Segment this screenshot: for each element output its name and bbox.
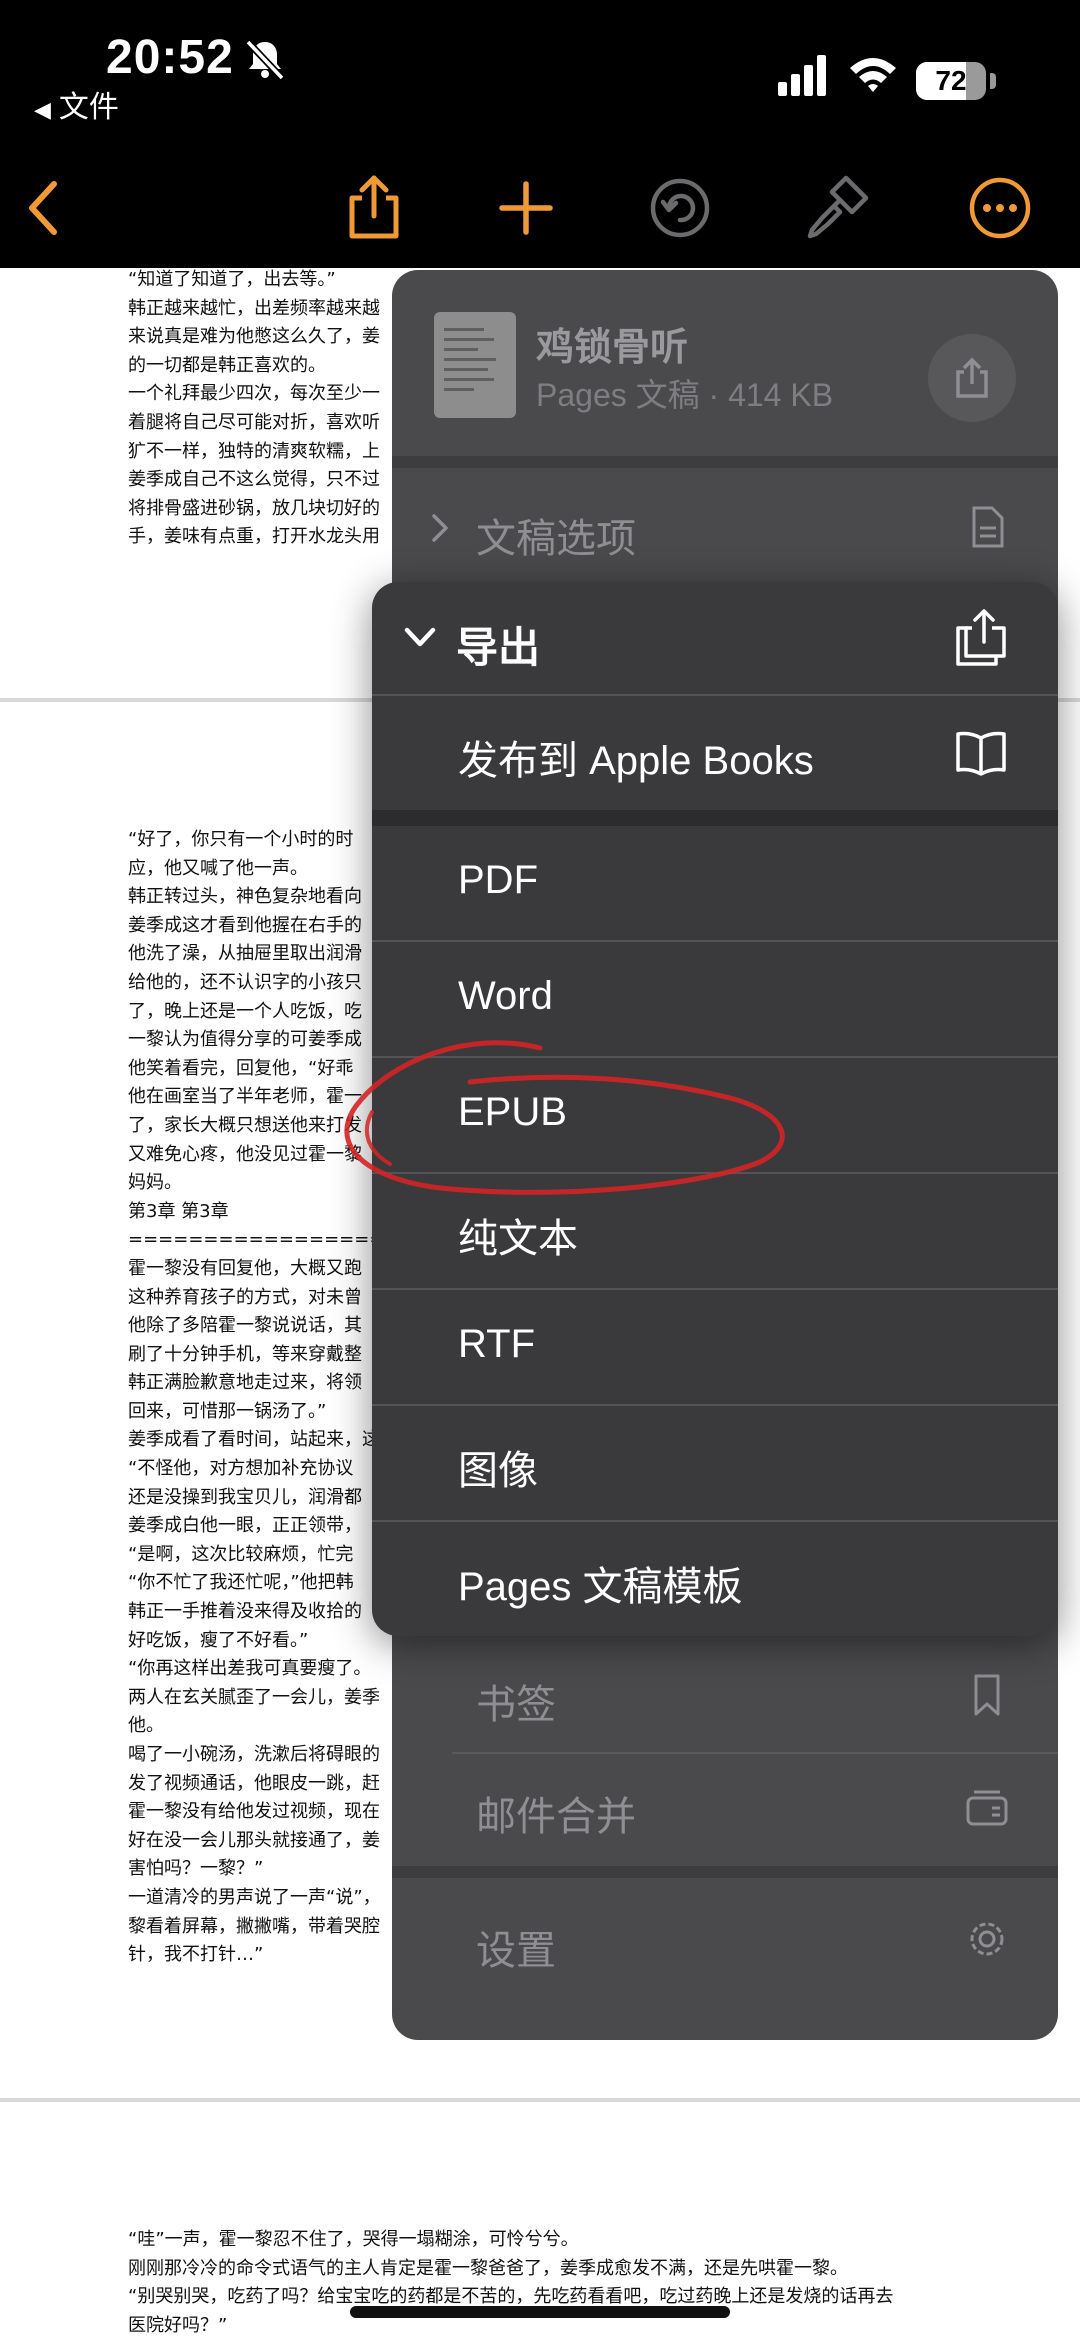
document-line: 刚刚那冷冷的命令式语气的主人肯定是霍一黎爸爸了，姜季成愈发不满，还是先哄霍一黎。 [128,2257,848,2279]
file-name: 鸡锁骨听 [536,327,689,369]
back-triangle-icon: ◀ [34,97,51,122]
export-option-label: 图像 [458,1449,538,1493]
mail-merge-icon [966,1790,1008,1826]
export-image-item[interactable]: 图像 [372,1406,1058,1520]
export-epub-item[interactable]: EPUB [372,1058,1058,1172]
bookmarks-label: 书签 [476,1683,556,1727]
back-chevron-icon[interactable] [8,172,80,244]
status-time: 20:52 [106,31,234,84]
document-line: “哇”一声，霍一黎忍不住了，哭得一塌糊涂，可怜兮兮。 [128,2229,579,2250]
file-header: 鸡锁骨听 Pages 文稿 · 414 KB [392,270,1058,456]
cellular-signal-icon [778,55,826,96]
mail-merge-item[interactable]: 邮件合并 [392,1754,1058,1866]
silent-bell-icon [245,39,285,81]
mail-merge-label: 邮件合并 [476,1795,636,1839]
bookmark-icon [974,1674,1000,1716]
export-plain-text-item[interactable]: 纯文本 [372,1174,1058,1288]
export-pdf-item[interactable]: PDF [372,826,1058,940]
export-share-icon [956,609,1006,666]
document-options-item[interactable]: 文稿选项 [392,468,1058,588]
export-pages-template-item[interactable]: Pages 文稿模板 [372,1522,1058,1636]
battery-indicator: 72 [916,62,986,100]
format-brush-icon[interactable] [800,172,872,244]
back-app-label: 文件 [58,91,119,124]
menu-separator [392,1866,1058,1878]
export-option-label: Word [458,974,553,1018]
export-title: 导出 [456,624,541,671]
document-icon [972,506,1004,548]
bookmarks-item[interactable]: 书签 [392,1640,1058,1752]
gear-icon [970,1922,1004,1956]
file-share-button[interactable] [928,334,1016,422]
menu-separator [392,456,1058,468]
export-option-label: Pages 文稿模板 [458,1565,743,1609]
export-option-label: RTF [458,1322,536,1366]
wifi-icon [850,58,896,92]
file-thumbnail [434,312,516,418]
chevron-right-icon [432,514,448,542]
export-option-label: PDF [458,858,538,902]
battery-level-text: 72 [935,65,967,96]
top-bar: 20:52 ◀ 文件 72 [0,0,1080,268]
chevron-down-icon [404,627,436,647]
publish-label: 发布到 Apple Books [458,739,814,783]
home-indicator[interactable] [350,2306,730,2318]
back-to-app-link[interactable]: ◀ 文件 [34,82,119,126]
export-menu: 导出 发布到 Apple Books PDF Word EPUB 纯文本 RTF… [372,582,1058,1636]
export-word-item[interactable]: Word [372,942,1058,1056]
settings-label: 设置 [476,1929,556,1973]
export-option-label: EPUB [458,1090,567,1134]
file-info: Pages 文稿 · 414 KB [536,377,834,413]
settings-item[interactable]: 设置 [392,1878,1058,2002]
add-plus-icon[interactable] [490,172,562,244]
more-options-icon[interactable] [964,172,1036,244]
menu-separator [372,810,1058,826]
export-header[interactable]: 导出 [372,582,1058,694]
page3-text: “哇”一声，霍一黎忍不住了，哭得一塌糊涂，可怜兮兮。刚刚那冷冷的命令式语气的主人… [128,2226,1048,2346]
share-icon[interactable] [338,172,410,244]
export-rtf-item[interactable]: RTF [372,1290,1058,1404]
undo-icon[interactable] [644,172,716,244]
battery-cap [990,73,996,89]
book-icon [956,731,1006,776]
share-icon [956,357,988,398]
document-options-label: 文稿选项 [476,517,636,561]
export-option-label: 纯文本 [458,1217,578,1261]
publish-apple-books-item[interactable]: 发布到 Apple Books [372,696,1058,810]
